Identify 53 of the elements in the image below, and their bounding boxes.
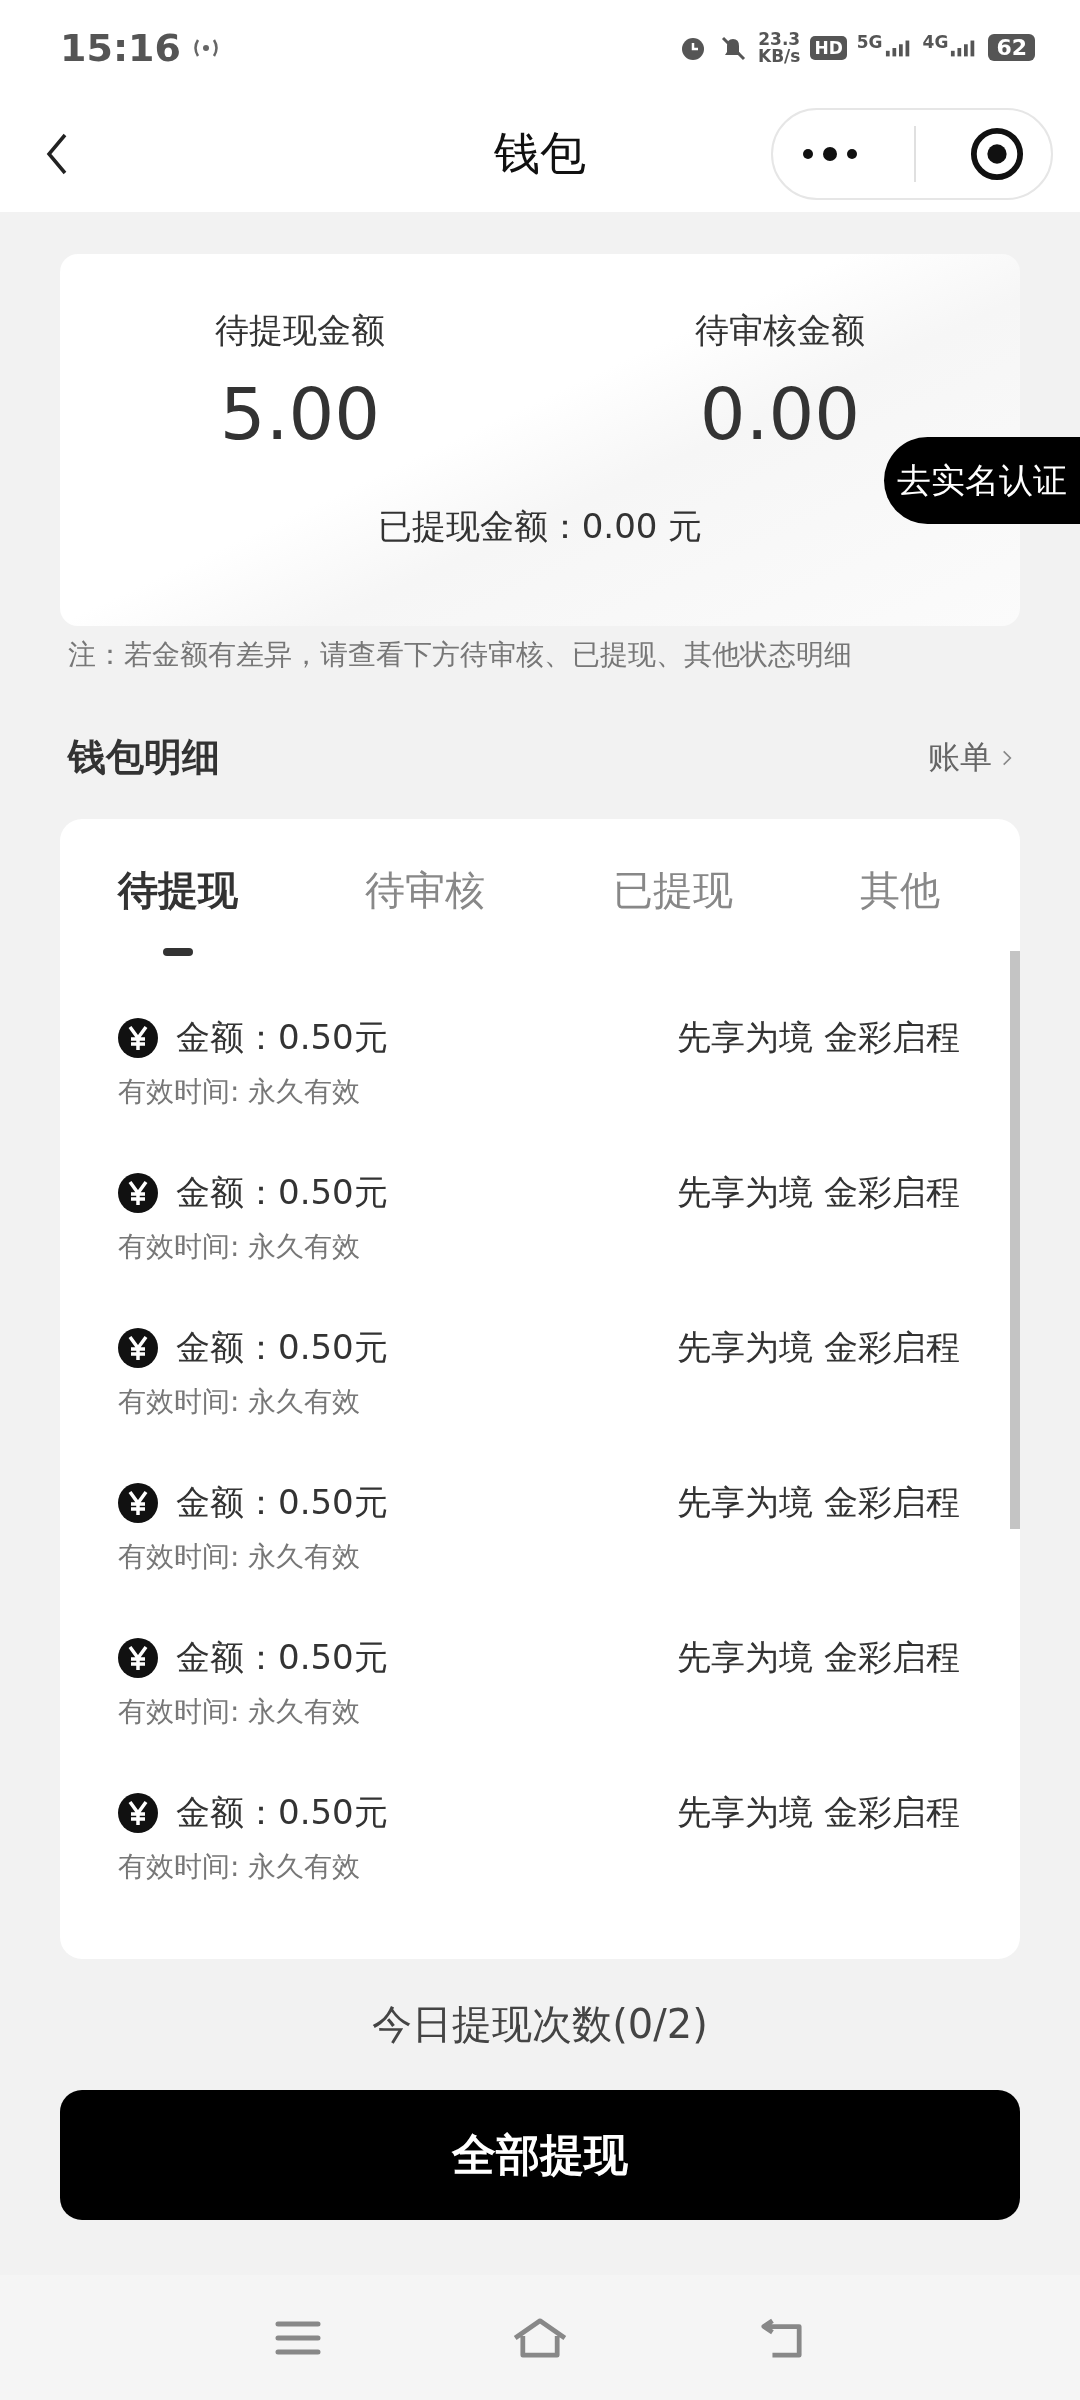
yen-coin-icon [118, 1793, 158, 1833]
yen-coin-icon [118, 1483, 158, 1523]
record-title: 先享为境 金彩启程 [677, 1016, 960, 1059]
record-validity: 有效时间: 永久有效 [118, 1229, 362, 1265]
hd-badge: HD [810, 35, 847, 60]
page-title: 钱包 [494, 124, 586, 182]
tab[interactable]: 已提现 [612, 863, 733, 918]
chevron-right-icon [1002, 748, 1012, 767]
record-title: 先享为境 金彩启程 [677, 1791, 960, 1834]
withdraw-all-button[interactable]: 全部提现 [60, 2090, 1020, 2220]
close-target-icon[interactable] [970, 126, 1024, 181]
back-nav-icon[interactable] [759, 2316, 805, 2359]
record-amount: 金额：0.50元 [176, 1016, 388, 1059]
yen-coin-icon [118, 1328, 158, 1368]
balance-label: 待审核金额 [695, 309, 865, 352]
bill-link[interactable]: 账单 [928, 735, 1012, 780]
record-validity: 有效时间: 永久有效 [118, 1694, 362, 1730]
network-label: 5G [856, 31, 883, 52]
record-amount: 金额：0.50元 [176, 1326, 388, 1369]
record-title: 先享为境 金彩启程 [677, 1481, 960, 1524]
tab[interactable]: 其他 [860, 863, 940, 918]
back-icon[interactable] [45, 131, 69, 176]
record-title: 先享为境 金彩启程 [677, 1636, 960, 1679]
record-title: 先享为境 金彩启程 [677, 1326, 960, 1369]
network-label: 4G [922, 31, 949, 52]
network-speed: 23.3 KB/s [757, 30, 801, 65]
record-title: 先享为境 金彩启程 [677, 1171, 960, 1214]
record-validity: 有效时间: 永久有效 [118, 1074, 362, 1110]
yen-coin-icon [118, 1638, 158, 1678]
verify-button[interactable]: 去实名认证 [884, 437, 1080, 524]
yen-coin-icon [118, 1018, 158, 1058]
home-icon[interactable] [511, 2316, 569, 2359]
yen-coin-icon [118, 1173, 158, 1213]
balance-amount: 5.00 [219, 372, 381, 456]
record-amount: 金额：0.50元 [176, 1481, 388, 1524]
withdraw-count: 今日提现次数(0/2) [372, 2000, 708, 2049]
tab[interactable]: 待提现 [118, 863, 238, 918]
balance-label: 待提现金额 [215, 309, 385, 352]
record-amount: 金额：0.50元 [176, 1171, 388, 1214]
battery-level: 62 [988, 34, 1035, 61]
tab-indicator [163, 948, 193, 956]
record-validity: 有效时间: 永久有效 [118, 1849, 362, 1885]
note-text: 注：若金额有差异，请查看下方待审核、已提现、其他状态明细 [68, 637, 853, 673]
status-time: 15:16 [60, 25, 181, 70]
withdrawn-amount: 已提现金额：0.00 元 [377, 505, 703, 548]
section-title: 钱包明细 [68, 734, 220, 781]
balance-amount: 0.00 [699, 372, 861, 456]
record-amount: 金额：0.50元 [176, 1791, 388, 1834]
record-amount: 金额：0.50元 [176, 1636, 388, 1679]
record-validity: 有效时间: 永久有效 [118, 1539, 362, 1575]
tab[interactable]: 待审核 [365, 863, 486, 918]
record-validity: 有效时间: 永久有效 [118, 1384, 362, 1420]
scrollbar[interactable] [1010, 951, 1020, 1529]
